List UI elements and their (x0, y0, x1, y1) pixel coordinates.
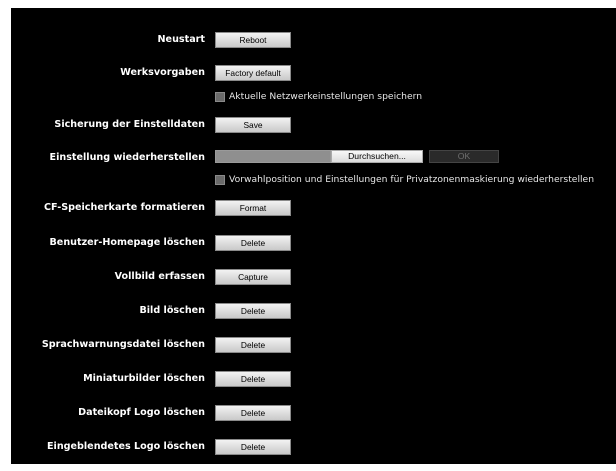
browse-button[interactable]: Durchsuchen... (331, 150, 423, 163)
capture-row: Vollbild erfassen Capture (11, 269, 616, 289)
system-settings-panel: Neustart Reboot Werksvorgaben Factory de… (11, 8, 616, 464)
image-delete-button[interactable]: Delete (215, 303, 291, 319)
thumbnails-delete-label: Miniaturbilder löschen (83, 373, 205, 384)
cf-format-row: CF-Speicherkarte formatieren Format (11, 200, 616, 220)
restore-preset-checkbox[interactable] (215, 174, 225, 185)
thumbnails-delete-button[interactable]: Delete (215, 371, 291, 387)
cf-format-button[interactable]: Format (215, 200, 291, 216)
reboot-label: Neustart (157, 34, 205, 45)
restore-row: Einstellung wiederherstellen Durchsuchen… (11, 150, 616, 170)
restore-label: Einstellung wiederherstellen (49, 152, 205, 163)
factory-default-row: Werksvorgaben Factory default (11, 65, 616, 85)
backup-row: Sicherung der Einstelldaten Save (11, 117, 616, 137)
keep-network-settings-label: Aktuelle Netzwerkeinstellungen speichern (229, 91, 423, 102)
keep-network-settings-row: Aktuelle Netzwerkeinstellungen speichern (11, 86, 616, 106)
image-delete-label: Bild löschen (139, 305, 205, 316)
homepage-delete-label: Benutzer-Homepage löschen (49, 237, 206, 248)
overlay-logo-delete-label: Eingeblendetes Logo löschen (46, 441, 205, 452)
keep-network-settings-option: Aktuelle Netzwerkeinstellungen speichern (215, 86, 422, 102)
restore-preset-row: Vorwahlposition und Einstellungen für Pr… (11, 169, 616, 189)
restore-preset-label: Vorwahlposition und Einstellungen für Pr… (229, 174, 595, 185)
restore-file-input[interactable] (215, 150, 331, 163)
cf-format-label: CF-Speicherkarte formatieren (43, 202, 205, 213)
header-logo-delete-button[interactable]: Delete (215, 405, 291, 421)
overlay-logo-delete-row: Eingeblendetes Logo löschen Delete (11, 439, 616, 459)
backup-label: Sicherung der Einstelldaten (54, 119, 205, 130)
image-delete-row: Bild löschen Delete (11, 303, 616, 323)
reboot-row: Neustart Reboot (11, 32, 616, 52)
capture-button[interactable]: Capture (215, 269, 291, 285)
header-logo-delete-row: Dateikopf Logo löschen Delete (11, 405, 616, 425)
backup-save-button[interactable]: Save (215, 117, 291, 133)
factory-default-label: Werksvorgaben (120, 67, 205, 78)
keep-network-settings-checkbox[interactable] (215, 91, 225, 102)
voice-file-delete-button[interactable]: Delete (215, 337, 291, 353)
overlay-logo-delete-button[interactable]: Delete (215, 439, 291, 455)
factory-default-button[interactable]: Factory default (215, 65, 291, 81)
reboot-button[interactable]: Reboot (215, 32, 291, 48)
restore-preset-option: Vorwahlposition und Einstellungen für Pr… (215, 169, 594, 185)
restore-ok-button[interactable]: OK (429, 150, 499, 163)
capture-label: Vollbild erfassen (114, 271, 205, 282)
voice-file-delete-label: Sprachwarnungsdatei löschen (41, 339, 205, 350)
header-logo-delete-label: Dateikopf Logo löschen (78, 407, 205, 418)
voice-file-delete-row: Sprachwarnungsdatei löschen Delete (11, 337, 616, 357)
homepage-delete-button[interactable]: Delete (215, 235, 291, 251)
homepage-delete-row: Benutzer-Homepage löschen Delete (11, 235, 616, 255)
thumbnails-delete-row: Miniaturbilder löschen Delete (11, 371, 616, 391)
